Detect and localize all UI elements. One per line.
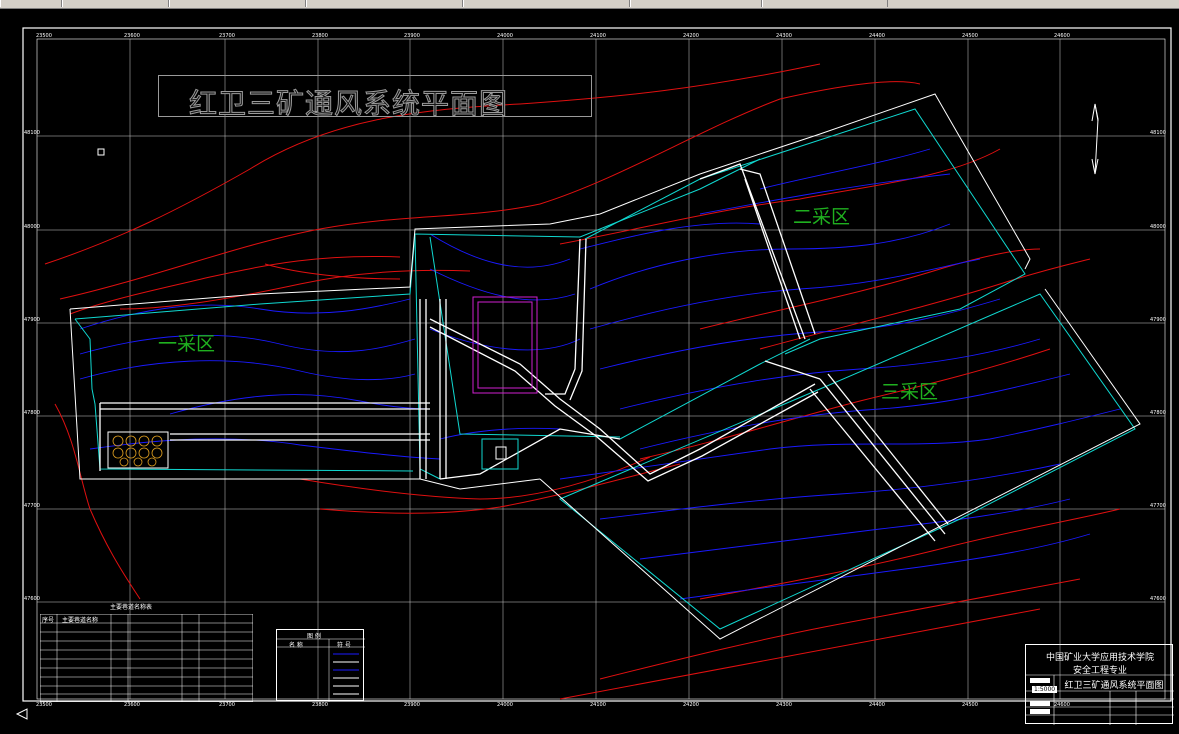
grid-label-bottom: 23600 <box>124 702 140 708</box>
drawing-canvas[interactable]: 23500 23600 23700 23800 23900 24000 2410… <box>0 9 1179 730</box>
ucs-icon <box>15 708 28 720</box>
north-arrow-icon <box>1091 103 1099 175</box>
title-block: 中国矿业大学应用技术学院 安全工程专业 红卫三矿通风系统平面图 1:5000 <box>1025 644 1174 725</box>
mining-boundaries <box>74 108 1136 630</box>
grid-label-top: 24500 <box>962 33 978 39</box>
col-name: 主要巷道名称 <box>62 617 99 624</box>
grid-label-left: 47900 <box>24 317 40 323</box>
grid-label-bottom: 24200 <box>683 702 699 708</box>
col-no: 序号 <box>42 617 55 624</box>
shaft-box <box>481 438 519 470</box>
grid-label-top: 24400 <box>869 33 885 39</box>
grid-label-top: 24300 <box>776 33 792 39</box>
grid-label-top: 24100 <box>590 33 606 39</box>
toolbar-segment-2[interactable] <box>62 0 169 7</box>
grid-label-top: 24200 <box>683 33 699 39</box>
grid-label-bottom: 23800 <box>312 702 328 708</box>
title-block-drawing-name: 红卫三矿通风系统平面图 <box>1064 681 1164 691</box>
fault-lines <box>44 63 1121 700</box>
grid-label-left: 47800 <box>24 410 40 416</box>
grid-label-bottom: 23900 <box>404 702 420 708</box>
grid-label-top: 24000 <box>497 33 513 39</box>
zone-label-3: 三采区 <box>881 381 939 403</box>
grid-label-bottom: 23700 <box>219 702 235 708</box>
grid-label-bottom: 24300 <box>776 702 792 708</box>
school-name: 中国矿业大学应用技术学院 <box>1045 653 1154 663</box>
grid-label-right: 47600 <box>1150 596 1166 602</box>
grid-label-right: 47900 <box>1150 317 1166 323</box>
drawing-title: 红卫三矿通风系统平面图 <box>188 87 509 121</box>
mine-boundary-white <box>69 93 1141 640</box>
grid-label-bottom: 23500 <box>36 702 52 708</box>
table-grid <box>40 614 253 702</box>
grid-label-group: 23500 23600 23700 23800 23900 24000 2410… <box>24 33 1166 708</box>
legend-grid <box>277 638 365 702</box>
toolbar-segment-7[interactable] <box>762 0 888 7</box>
grid-label-top: 23500 <box>36 33 52 39</box>
toolbar-segment-5[interactable] <box>463 0 630 7</box>
zone-label-2: 二采区 <box>793 206 851 228</box>
grid-label-bottom: 24400 <box>869 702 885 708</box>
grid-label-top: 24600 <box>1054 33 1070 39</box>
grid-label-left: 47600 <box>24 596 40 602</box>
grid-label-top: 23800 <box>312 33 328 39</box>
toolbar-segment-1[interactable] <box>0 0 62 7</box>
grid-label-right: 47700 <box>1150 503 1166 509</box>
toolbar-segment-6[interactable] <box>630 0 762 7</box>
major-name: 安全工程专业 <box>1072 666 1127 676</box>
grid-label-top: 23900 <box>404 33 420 39</box>
grid-label-right: 48000 <box>1150 224 1166 230</box>
grid-label-left: 48000 <box>24 224 40 230</box>
drawing-title-box: 红卫三矿通风系统平面图 <box>158 75 592 121</box>
scale-label: 1:5000 <box>1032 686 1058 693</box>
roadway-name-table: 主要巷道名称表 序号 主要巷道名称 <box>40 604 253 702</box>
small-marker <box>97 148 105 156</box>
grid-label-right: 47800 <box>1150 410 1166 416</box>
toolbar-segment-4[interactable] <box>306 0 463 7</box>
cad-toolbar[interactable] <box>0 0 1179 9</box>
legend-box: 图 例 名 称 符 号 <box>276 629 365 702</box>
grid-label-right: 48100 <box>1150 130 1166 136</box>
grid-label-left: 48100 <box>24 130 40 136</box>
zone-label-1: 一采区 <box>158 333 216 355</box>
table-heading: 主要巷道名称表 <box>110 604 153 611</box>
toolbar-segment-3[interactable] <box>169 0 306 7</box>
grid-label-bottom: 24000 <box>497 702 513 708</box>
grid-label-top: 23600 <box>124 33 140 39</box>
grid-label-bottom: 24500 <box>962 702 978 708</box>
grid-label-top: 23700 <box>219 33 235 39</box>
grid-label-bottom: 24100 <box>590 702 606 708</box>
shaft-marker <box>495 446 507 460</box>
grid-label-left: 47700 <box>24 503 40 509</box>
goaf-area <box>107 431 169 469</box>
